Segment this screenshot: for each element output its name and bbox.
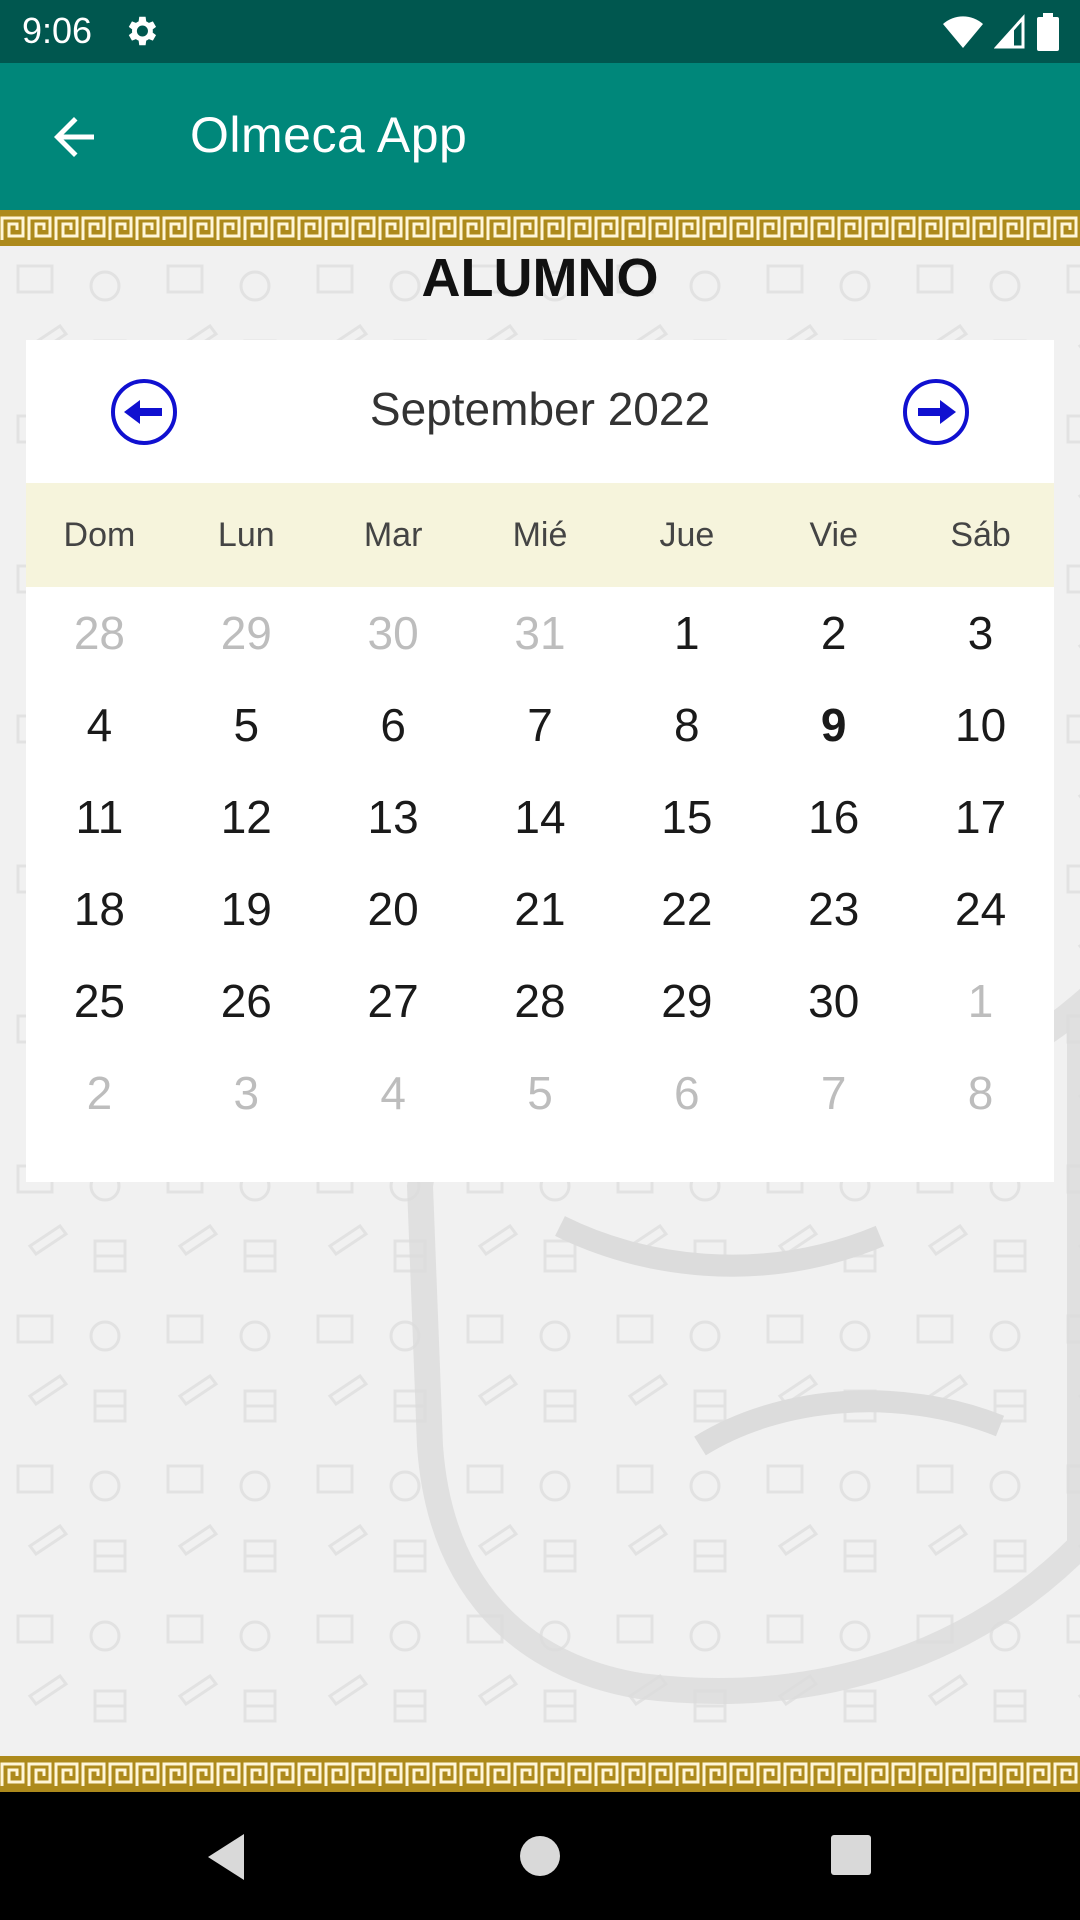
day-cell[interactable]: 11 bbox=[26, 771, 173, 863]
days-grid: 28 29 30 31 1 2 3 4 5 6 7 8 9 10 11 12 13 14 15 16 17 18 19 20 2… bbox=[26, 587, 1054, 1139]
day-cell[interactable]: 25 bbox=[26, 955, 173, 1047]
weekday-label: Jue bbox=[659, 515, 715, 554]
day-cell[interactable]: 21 bbox=[467, 863, 614, 955]
app-title: Olmeca App bbox=[190, 107, 468, 163]
day-cell[interactable]: 6 bbox=[320, 679, 467, 771]
day-cell[interactable]: 18 bbox=[26, 863, 173, 955]
day-cell[interactable]: 5 bbox=[173, 679, 320, 771]
day-cell[interactable]: 19 bbox=[173, 863, 320, 955]
day-cell[interactable]: 2 bbox=[760, 587, 907, 679]
wifi-icon bbox=[943, 16, 983, 48]
day-cell[interactable]: 12 bbox=[173, 771, 320, 863]
month-label: September 2022 bbox=[369, 383, 711, 435]
day-cell-today[interactable]: 9 bbox=[760, 679, 907, 771]
day-cell[interactable]: 15 bbox=[613, 771, 760, 863]
day-cell[interactable]: 3 bbox=[907, 587, 1054, 679]
day-cell-adjacent-month[interactable]: 6 bbox=[613, 1047, 760, 1139]
greek-key-pattern-icon bbox=[0, 210, 1080, 246]
day-cell[interactable]: 28 bbox=[467, 955, 614, 1047]
circle-arrow-right-icon[interactable] bbox=[902, 378, 970, 446]
weekday-label: Vie bbox=[809, 515, 858, 554]
day-cell[interactable]: 8 bbox=[613, 679, 760, 771]
day-cell[interactable]: 7 bbox=[467, 679, 614, 771]
day-cell[interactable]: 17 bbox=[907, 771, 1054, 863]
day-cell-adjacent-month[interactable]: 29 bbox=[173, 587, 320, 679]
greek-key-pattern-icon bbox=[0, 1756, 1080, 1792]
day-cell[interactable]: 10 bbox=[907, 679, 1054, 771]
battery-icon bbox=[1037, 13, 1059, 51]
day-cell-adjacent-month[interactable]: 31 bbox=[467, 587, 614, 679]
weekday-label: Lun bbox=[217, 515, 275, 554]
day-cell[interactable]: 29 bbox=[613, 955, 760, 1047]
weekday-row: Dom Lun Mar Mié Jue Vie Sáb bbox=[26, 483, 1054, 587]
day-cell[interactable]: 26 bbox=[173, 955, 320, 1047]
status-time: 9:06 bbox=[22, 10, 93, 51]
day-cell[interactable]: 20 bbox=[320, 863, 467, 955]
weekday-label: Sáb bbox=[950, 515, 1011, 554]
day-cell[interactable]: 16 bbox=[760, 771, 907, 863]
weekday-label: Mié bbox=[512, 515, 568, 554]
status-icons bbox=[942, 13, 1060, 51]
home-circle-icon[interactable] bbox=[518, 1834, 562, 1878]
system-nav-bar bbox=[0, 1792, 1080, 1920]
day-cell[interactable]: 13 bbox=[320, 771, 467, 863]
day-cell[interactable]: 22 bbox=[613, 863, 760, 955]
day-cell[interactable]: 1 bbox=[613, 587, 760, 679]
day-cell[interactable]: 4 bbox=[26, 679, 173, 771]
decorative-border-top bbox=[0, 210, 1080, 246]
page-title: ALUMNO bbox=[421, 248, 659, 308]
back-triangle-icon[interactable] bbox=[204, 1832, 264, 1882]
day-cell[interactable]: 24 bbox=[907, 863, 1054, 955]
recents-square-icon[interactable] bbox=[830, 1834, 872, 1876]
day-cell-adjacent-month[interactable]: 7 bbox=[760, 1047, 907, 1139]
day-cell[interactable]: 27 bbox=[320, 955, 467, 1047]
settings-gear-icon bbox=[128, 16, 157, 46]
day-cell-adjacent-month[interactable]: 5 bbox=[467, 1047, 614, 1139]
day-cell-adjacent-month[interactable]: 28 bbox=[26, 587, 173, 679]
day-cell-adjacent-month[interactable]: 4 bbox=[320, 1047, 467, 1139]
day-cell[interactable]: 14 bbox=[467, 771, 614, 863]
calendar-widget: September 2022 Dom Lun Mar Mié Jue Vie Sáb 28 2… bbox=[26, 340, 1054, 1182]
day-cell-adjacent-month[interactable]: 8 bbox=[907, 1047, 1054, 1139]
weekday-label: Mar bbox=[363, 515, 423, 554]
calendar-header: September 2022 bbox=[26, 340, 1054, 483]
arrow-left-icon[interactable] bbox=[44, 107, 104, 167]
day-cell-adjacent-month[interactable]: 30 bbox=[320, 587, 467, 679]
day-cell[interactable]: 30 bbox=[760, 955, 907, 1047]
day-cell-adjacent-month[interactable]: 3 bbox=[173, 1047, 320, 1139]
day-cell-adjacent-month[interactable]: 2 bbox=[26, 1047, 173, 1139]
app-bar: Olmeca App bbox=[0, 63, 1080, 210]
decorative-border-bottom bbox=[0, 1756, 1080, 1792]
status-bar: 9:06 bbox=[0, 0, 1080, 63]
cell-signal-icon bbox=[994, 14, 1025, 49]
weekday-label: Dom bbox=[63, 515, 136, 554]
day-cell-adjacent-month[interactable]: 1 bbox=[907, 955, 1054, 1047]
day-cell[interactable]: 23 bbox=[760, 863, 907, 955]
